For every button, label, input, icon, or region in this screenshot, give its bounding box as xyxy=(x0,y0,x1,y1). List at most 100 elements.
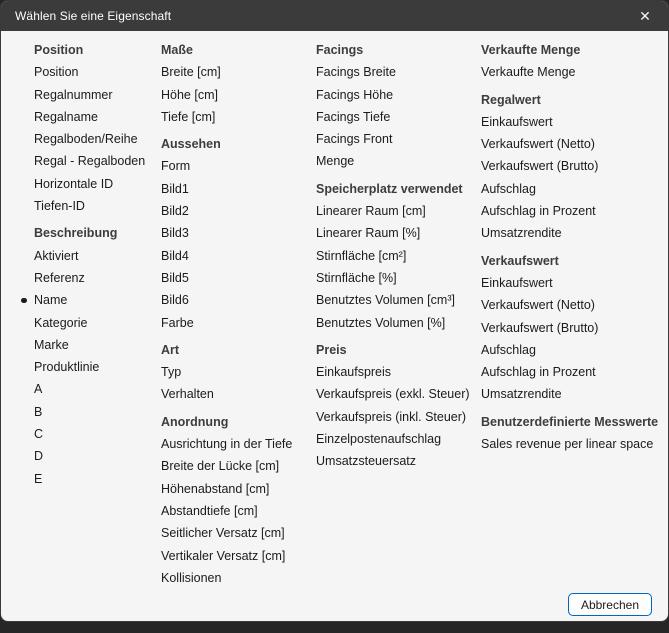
property-item[interactable]: Bild5 xyxy=(161,267,316,289)
property-item-label: E xyxy=(34,471,43,486)
property-item[interactable]: Regal - Regalboden xyxy=(34,150,161,172)
property-item[interactable]: Name xyxy=(21,289,161,311)
property-item[interactable]: Regalname xyxy=(34,106,161,128)
property-item[interactable]: Verhalten xyxy=(161,383,316,405)
property-item[interactable]: Stirnfläche [cm²] xyxy=(316,245,481,267)
property-item[interactable]: Umsatzrendite xyxy=(481,222,668,244)
property-item[interactable]: Sales revenue per linear space xyxy=(481,433,668,455)
dialog-title: Wählen Sie eine Eigenschaft xyxy=(15,9,172,23)
property-item-label: Regalboden/Reihe xyxy=(34,132,138,147)
property-item-label: Einzelpostenaufschlag xyxy=(316,432,442,447)
property-picker-dialog: Wählen Sie eine Eigenschaft ✕ Position Po… xyxy=(0,0,669,622)
property-item[interactable]: Aktiviert xyxy=(34,245,161,267)
property-item-label: Tiefen-ID xyxy=(34,199,85,214)
property-item[interactable]: Verkaufswert (Netto) xyxy=(481,294,668,316)
property-column: Maße Breite [cm] Höhe [cm] Tiefe [cm] Ausseh… xyxy=(161,39,316,589)
property-item-label: Umsatzsteuersatz xyxy=(316,454,417,469)
property-item[interactable]: Einkaufswert xyxy=(481,272,668,294)
property-item[interactable]: Aufschlag xyxy=(481,339,668,361)
property-item[interactable]: Facings Front xyxy=(316,128,481,150)
property-group: Anordnung Ausrichtung in der Tiefe Breite … xyxy=(161,411,316,589)
property-item[interactable]: Verkaufswert (Netto) xyxy=(481,133,668,155)
property-item[interactable]: Linearer Raum [%] xyxy=(316,222,481,244)
property-item[interactable]: Umsatzsteuersatz xyxy=(316,450,481,472)
selected-bullet-icon xyxy=(21,297,27,304)
property-item[interactable]: Benutztes Volumen [cm³] xyxy=(316,289,481,311)
close-icon[interactable]: ✕ xyxy=(622,1,668,31)
property-item[interactable]: Kategorie xyxy=(34,312,161,334)
property-item[interactable]: Farbe xyxy=(161,312,316,334)
property-item-label: Referenz xyxy=(34,270,85,285)
property-item[interactable]: Bild6 xyxy=(161,289,316,311)
property-item[interactable]: Vertikaler Versatz [cm] xyxy=(161,545,316,567)
property-item[interactable]: C xyxy=(34,423,161,445)
property-item-label: Regalnummer xyxy=(34,87,113,102)
property-item[interactable]: Facings Breite xyxy=(316,61,481,83)
property-column: Position Position Regalnummer Regalname Rega… xyxy=(21,39,161,589)
property-item[interactable]: Ausrichtung in der Tiefe xyxy=(161,433,316,455)
cancel-button[interactable]: Abbrechen xyxy=(567,593,652,616)
property-item-label: Bild4 xyxy=(161,248,189,263)
property-item[interactable]: A xyxy=(34,378,161,400)
property-item[interactable]: Bild2 xyxy=(161,200,316,222)
property-item[interactable]: Breite [cm] xyxy=(161,61,316,83)
property-item[interactable]: Menge xyxy=(316,150,481,172)
property-item[interactable]: Verkaufspreis (exkl. Steuer) xyxy=(316,383,481,405)
property-item[interactable]: Verkaufte Menge xyxy=(481,61,668,83)
property-item[interactable]: Tiefen-ID xyxy=(34,195,161,217)
property-item-label: Verkaufspreis (exkl. Steuer) xyxy=(316,387,470,402)
property-item[interactable]: Verkaufspreis (inkl. Steuer) xyxy=(316,406,481,428)
property-item-label: Aktiviert xyxy=(34,248,79,263)
property-item[interactable]: Stirnfläche [%] xyxy=(316,267,481,289)
property-item[interactable]: Regalnummer xyxy=(34,84,161,106)
property-item-label: Linearer Raum [cm] xyxy=(316,204,426,219)
property-list: Position Position Regalnummer Regalname Rega… xyxy=(1,31,668,589)
property-item[interactable]: Aufschlag xyxy=(481,178,668,200)
property-item[interactable]: Aufschlag in Prozent xyxy=(481,200,668,222)
property-group: Position Position Regalnummer Regalname Rega… xyxy=(34,39,161,217)
property-item[interactable]: Höhe [cm] xyxy=(161,84,316,106)
property-item[interactable]: Kollisionen xyxy=(161,567,316,589)
property-item-label: Bild3 xyxy=(161,226,189,241)
property-item[interactable]: Facings Tiefe xyxy=(316,106,481,128)
property-item[interactable]: Linearer Raum [cm] xyxy=(316,200,481,222)
property-item-label: Verkaufswert (Netto) xyxy=(481,298,595,313)
property-item[interactable]: Bild1 xyxy=(161,178,316,200)
property-item[interactable]: Produktlinie xyxy=(34,356,161,378)
property-item-label: Umsatzrendite xyxy=(481,226,562,241)
property-item-label: A xyxy=(34,382,43,397)
property-item[interactable]: D xyxy=(34,445,161,467)
property-item[interactable]: Benutztes Volumen [%] xyxy=(316,312,481,334)
group-header: Facings xyxy=(316,43,364,57)
property-item[interactable]: Einkaufswert xyxy=(481,111,668,133)
property-item[interactable]: E xyxy=(34,468,161,490)
property-item[interactable]: Einkaufspreis xyxy=(316,361,481,383)
property-item[interactable]: Abstandtiefe [cm] xyxy=(161,500,316,522)
property-item[interactable]: Höhenabstand [cm] xyxy=(161,478,316,500)
property-item[interactable]: Verkaufswert (Brutto) xyxy=(481,317,668,339)
property-item[interactable]: Seitlicher Versatz [cm] xyxy=(161,522,316,544)
property-item[interactable]: Aufschlag in Prozent xyxy=(481,361,668,383)
property-item[interactable]: Tiefe [cm] xyxy=(161,106,316,128)
group-header: Position xyxy=(34,43,84,57)
property-item[interactable]: Bild4 xyxy=(161,245,316,267)
property-item[interactable]: Referenz xyxy=(34,267,161,289)
property-item[interactable]: Facings Höhe xyxy=(316,84,481,106)
property-item-label: Höhe [cm] xyxy=(161,87,218,102)
property-item[interactable]: Einzelpostenaufschlag xyxy=(316,428,481,450)
property-item[interactable]: Bild3 xyxy=(161,222,316,244)
property-item[interactable]: Horizontale ID xyxy=(34,173,161,195)
property-item-label: Tiefe [cm] xyxy=(161,109,216,124)
property-item-label: Seitlicher Versatz [cm] xyxy=(161,526,285,541)
property-item[interactable]: Regalboden/Reihe xyxy=(34,128,161,150)
property-item-label: Ausrichtung in der Tiefe xyxy=(161,437,293,452)
property-item[interactable]: Position xyxy=(34,61,161,83)
property-item[interactable]: Form xyxy=(161,155,316,177)
property-item[interactable]: B xyxy=(34,401,161,423)
group-header: Aussehen xyxy=(161,137,221,152)
property-item[interactable]: Breite der Lücke [cm] xyxy=(161,455,316,477)
property-item[interactable]: Marke xyxy=(34,334,161,356)
property-item[interactable]: Umsatzrendite xyxy=(481,383,668,405)
property-item[interactable]: Typ xyxy=(161,361,316,383)
property-item[interactable]: Verkaufswert (Brutto) xyxy=(481,155,668,177)
